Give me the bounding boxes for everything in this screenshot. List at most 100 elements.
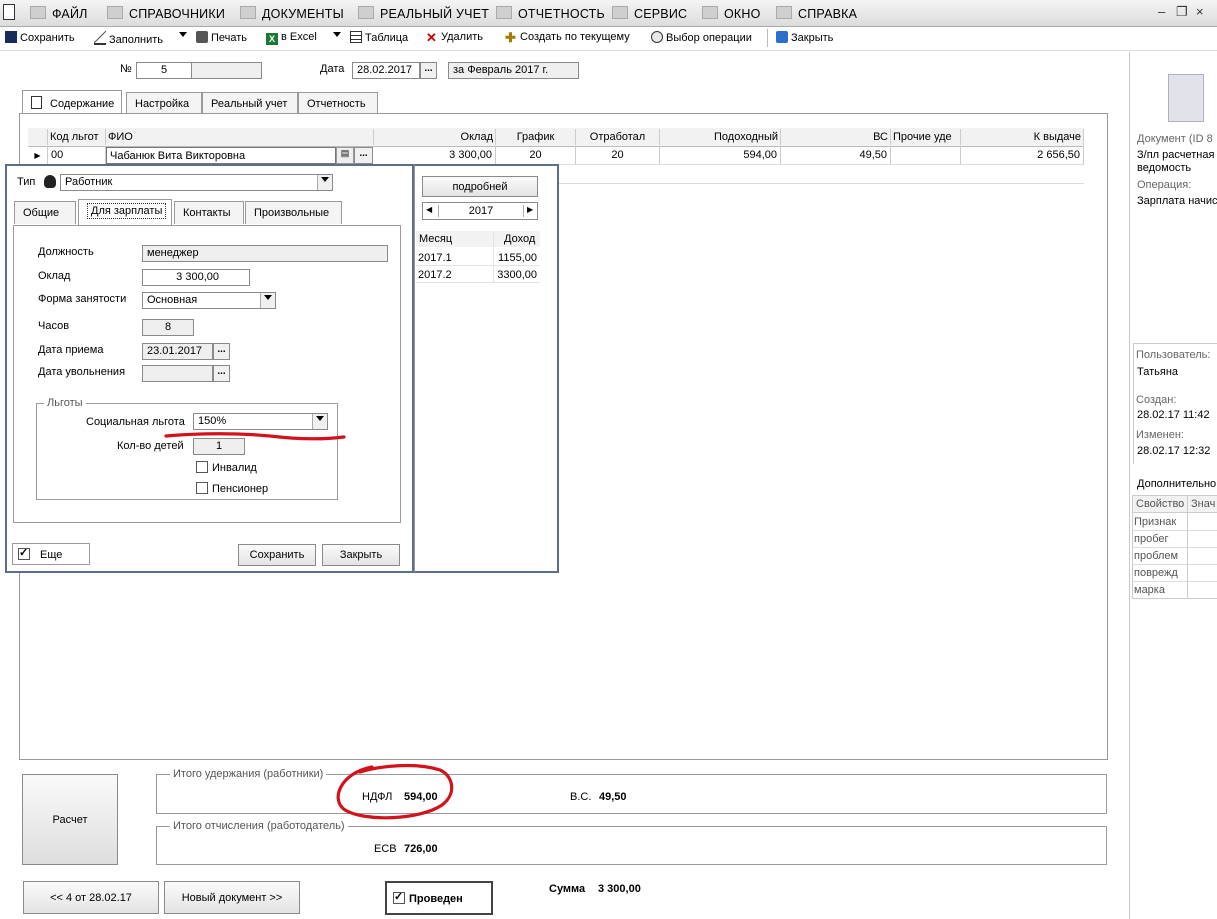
table-button[interactable]: Таблица: [350, 31, 408, 44]
menu-file[interactable]: ФАЙЛ: [30, 6, 88, 21]
income-row-month: 2017.2: [418, 269, 452, 281]
modified-label: Изменен:: [1136, 429, 1184, 441]
tab-reports[interactable]: Отчетность: [298, 92, 378, 114]
delete-button[interactable]: ✕ Удалить: [426, 31, 483, 44]
social-benefit-dropdown-arrow[interactable]: [312, 414, 327, 429]
dismissal-date-field[interactable]: [142, 365, 213, 382]
operation-icon: [651, 31, 663, 43]
col-salary[interactable]: Оклад: [374, 129, 496, 145]
position-field[interactable]: менеджер: [142, 245, 388, 262]
cell-income-tax[interactable]: 594,00: [660, 147, 781, 164]
popup-save-button[interactable]: Сохранить: [238, 544, 316, 566]
name-select-button[interactable]: ...: [354, 147, 373, 164]
tab-custom[interactable]: Произвольные: [245, 201, 342, 224]
report-icon: [496, 6, 512, 19]
prop-row[interactable]: пробег: [1134, 533, 1169, 545]
more-checkbox[interactable]: Еще: [12, 543, 90, 565]
previous-document-button[interactable]: << 4 от 28.02.17: [23, 881, 159, 914]
prop-row[interactable]: марка: [1134, 584, 1165, 596]
social-benefit-select[interactable]: 150%: [193, 413, 328, 430]
prop-row[interactable]: поврежд: [1134, 567, 1178, 579]
menu-documents[interactable]: ДОКУМЕНТЫ: [240, 6, 344, 21]
folder-icon: [30, 6, 46, 19]
employment-dropdown-arrow[interactable]: [260, 293, 275, 308]
cell-benefit-code[interactable]: 00: [48, 147, 106, 164]
next-year-arrow-icon[interactable]: ▶: [527, 205, 533, 214]
details-button[interactable]: подробней: [422, 176, 538, 197]
year-value: 2017: [438, 205, 524, 217]
col-other[interactable]: Прочие уде: [891, 129, 961, 145]
col-worked[interactable]: Отработал: [576, 129, 660, 145]
col-income-tax[interactable]: Подоходный: [660, 129, 781, 145]
cell-vs[interactable]: 49,50: [781, 147, 891, 164]
date-picker-button[interactable]: ...: [420, 62, 437, 79]
children-field[interactable]: 1: [193, 438, 245, 455]
prop-row[interactable]: Признак: [1134, 516, 1176, 528]
posted-checkbox[interactable]: Проведен: [385, 881, 493, 915]
menu-reports[interactable]: ОТЧЕТНОСТЬ: [496, 6, 605, 21]
print-button[interactable]: Печать: [196, 31, 247, 44]
tab-contacts[interactable]: Контакты: [174, 201, 244, 224]
save-button[interactable]: Сохранить: [5, 31, 75, 44]
prop-row[interactable]: проблем: [1134, 550, 1178, 562]
fill-button[interactable]: Заполнить: [94, 31, 163, 46]
prev-year-arrow-icon[interactable]: ◀: [426, 205, 432, 214]
close-window-button[interactable]: ×: [1196, 4, 1204, 19]
hire-date-picker-button[interactable]: ...: [213, 343, 230, 360]
dismissal-date-picker-button[interactable]: ...: [213, 365, 230, 382]
card-icon[interactable]: ▤: [336, 147, 354, 164]
tab-general[interactable]: Общие: [14, 201, 76, 224]
col-payout[interactable]: К выдаче: [961, 129, 1084, 145]
popup-close-button[interactable]: Закрыть: [322, 544, 400, 566]
type-select[interactable]: Работник: [60, 174, 333, 191]
create-from-current-button[interactable]: ✚ Создать по текущему: [505, 31, 630, 44]
hire-date-field[interactable]: 23.01.2017: [142, 343, 213, 360]
col-name[interactable]: ФИО: [106, 129, 374, 145]
benefits-legend: Льготы: [44, 397, 86, 409]
toolbar: Сохранить Заполнить Печать Xв Excel Табл…: [0, 26, 1217, 51]
date-field[interactable]: 28.02.2017: [352, 62, 420, 79]
prop-divider: [1133, 530, 1217, 531]
cell-schedule[interactable]: 20: [496, 147, 576, 164]
ledger-icon: [358, 6, 374, 19]
choose-operation-button[interactable]: Выбор операции: [651, 31, 752, 44]
pensioner-checkbox[interactable]: Пенсионер: [196, 482, 268, 495]
close-button[interactable]: Закрыть: [776, 31, 833, 44]
menu-window[interactable]: ОКНО: [702, 6, 761, 21]
type-dropdown-arrow[interactable]: [317, 175, 332, 190]
hours-field[interactable]: 8: [142, 319, 194, 336]
cell-name-editor[interactable]: Чабанюк Вита Викторовна: [106, 147, 336, 164]
col-schedule[interactable]: График: [496, 129, 576, 145]
position-label: Должность: [38, 246, 94, 258]
menu-service[interactable]: СЕРВИС: [612, 6, 687, 21]
salary-field[interactable]: 3 300,00: [142, 269, 250, 286]
cell-other[interactable]: [891, 147, 961, 164]
menu-references[interactable]: СПРАВОЧНИКИ: [107, 6, 225, 21]
table-icon: [350, 31, 362, 43]
fill-dropdown-arrow[interactable]: [179, 30, 187, 42]
tab-payroll[interactable]: Для зарплаты: [78, 199, 172, 226]
income-col-amount: Доход: [504, 233, 536, 245]
employment-select[interactable]: Основная: [142, 292, 276, 309]
cell-salary[interactable]: 3 300,00: [374, 147, 496, 164]
restore-button[interactable]: ❐: [1176, 4, 1188, 20]
cell-payout[interactable]: 2 656,50: [961, 147, 1084, 164]
disabled-checkbox[interactable]: Инвалид: [196, 461, 257, 474]
tab-content[interactable]: Содержание: [22, 90, 122, 114]
cell-worked[interactable]: 20: [576, 147, 660, 164]
excel-button[interactable]: Xв Excel: [266, 31, 317, 45]
tab-real-accounting[interactable]: Реальный учет: [202, 92, 298, 114]
minimize-button[interactable]: –: [1158, 4, 1165, 19]
excel-dropdown-arrow[interactable]: [333, 30, 341, 42]
help-icon: [776, 6, 792, 19]
new-document-button[interactable]: Новый документ >>: [164, 881, 300, 914]
col-vs[interactable]: ВС: [781, 129, 891, 145]
tab-settings[interactable]: Настройка: [126, 92, 202, 114]
menu-real-accounting[interactable]: РЕАЛЬНЫЙ УЧЕТ: [358, 6, 489, 21]
menu-help[interactable]: СПРАВКА: [776, 6, 857, 21]
col-benefit-code[interactable]: Код льгот: [48, 129, 106, 145]
document-name: З/пл расчетная ведомость: [1137, 149, 1215, 174]
calculate-button[interactable]: Расчет: [22, 774, 118, 865]
type-label: Тип: [17, 176, 36, 188]
number-field[interactable]: 5: [136, 62, 192, 79]
